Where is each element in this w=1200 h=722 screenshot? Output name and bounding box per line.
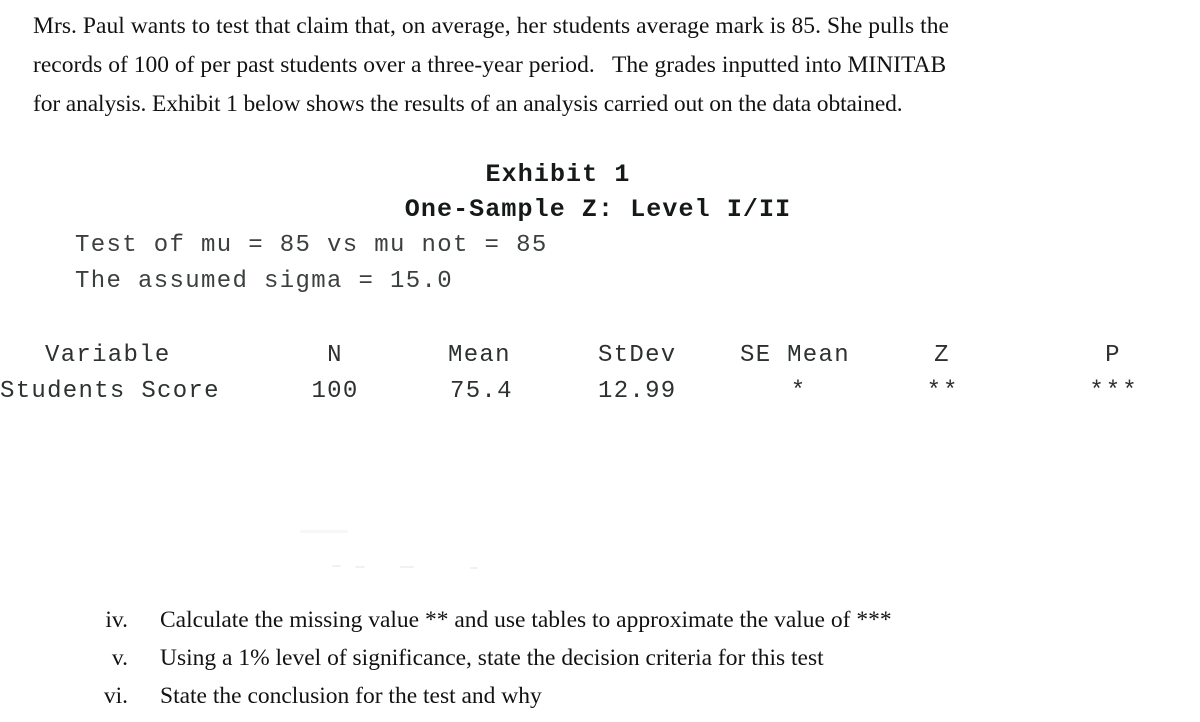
header-n: N	[327, 342, 343, 369]
cell-z: **	[926, 378, 960, 405]
list-item-text: State the conclusion for the test and wh…	[160, 683, 542, 709]
list-item-text: Calculate the missing value ** and use t…	[160, 607, 892, 633]
question-list: iv. Calculate the missing value ** and u…	[0, 601, 1200, 715]
header-p: P	[1105, 342, 1121, 369]
intro-line-2: records of 100 of per past students over…	[33, 52, 947, 78]
exhibit-title: Exhibit 1	[485, 160, 631, 189]
list-item: v. Using a 1% level of significance, sta…	[0, 639, 1200, 677]
intro-paragraph: Mrs. Paul wants to test that claim that,…	[33, 7, 1145, 124]
one-sample-z-table: Variable N Mean StDev SE Mean Z P Studen…	[0, 342, 1200, 414]
cell-stdev: 12.99	[598, 378, 677, 405]
scan-artifact	[300, 530, 348, 533]
scan-artifact	[400, 566, 414, 568]
cell-n: 100	[311, 378, 359, 405]
cell-mean: 75.4	[450, 378, 513, 405]
document-page: Mrs. Paul wants to test that claim that,…	[0, 0, 1200, 722]
table-header-row: Variable N Mean StDev SE Mean Z P	[0, 342, 1200, 378]
list-item-numeral: v.	[111, 645, 128, 671]
scan-artifact	[355, 566, 365, 568]
header-se-mean: SE Mean	[740, 342, 850, 369]
header-stdev: StDev	[598, 342, 677, 369]
cell-variable: Students Score	[0, 378, 220, 405]
cell-p: ***	[1089, 378, 1139, 405]
cell-se-mean: *	[790, 378, 808, 405]
list-item-text: Using a 1% level of significance, state …	[160, 645, 824, 671]
table-row: Students Score 100 75.4 12.99 * ** ***	[0, 378, 1200, 414]
list-item: vi. State the conclusion for the test an…	[0, 677, 1200, 715]
intro-line-1: Mrs. Paul wants to test that claim that,…	[33, 13, 950, 39]
header-mean: Mean	[448, 342, 511, 369]
intro-line-3: for analysis. Exhibit 1 below shows the …	[33, 91, 903, 117]
list-item: iv. Calculate the missing value ** and u…	[0, 601, 1200, 639]
list-item-numeral: iv.	[105, 607, 128, 633]
procedure-title: One-Sample Z: Level I/II	[404, 195, 792, 224]
scan-artifact	[332, 565, 341, 567]
header-variable: Variable	[45, 342, 171, 369]
assumed-sigma-line: The assumed sigma = 15.0	[75, 268, 454, 295]
list-item-numeral: vi.	[103, 683, 128, 709]
scan-artifact	[470, 567, 478, 569]
header-z: Z	[934, 342, 950, 369]
test-of-mu-line: Test of mu = 85 vs mu not = 85	[75, 232, 548, 259]
